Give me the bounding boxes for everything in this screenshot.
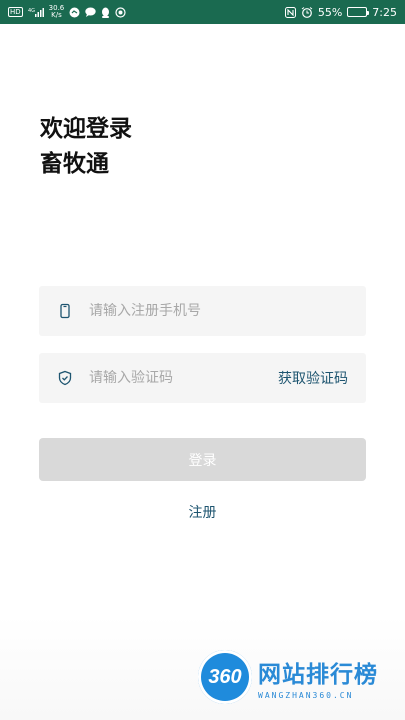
watermark-logo: 360 — [198, 650, 252, 704]
watermark-sub-text: WANGZHAN360.CN — [258, 690, 354, 700]
verification-code-input[interactable] — [89, 370, 249, 386]
shield-check-icon — [57, 370, 73, 386]
phone-icon — [57, 303, 73, 319]
clock-time: 7:25 — [372, 5, 397, 19]
title-line-app-name: 畜牧通 — [40, 151, 109, 177]
watermark: 360 网站排行榜 WANGZHAN360.CN — [198, 634, 405, 720]
battery-icon — [347, 7, 370, 17]
battery-percent: 55% — [317, 5, 343, 19]
verification-code-field: 获取验证码 — [39, 353, 366, 403]
chat-bubble-icon — [85, 7, 96, 17]
hd-icon: HD — [8, 7, 23, 17]
get-code-button[interactable]: 获取验证码 — [278, 353, 348, 403]
svg-text:4G: 4G — [28, 8, 35, 14]
status-left: HD 4G 30.6 K/s — [8, 5, 126, 19]
settings-circle-icon — [115, 6, 126, 18]
title-line-welcome: 欢迎登录 — [40, 116, 132, 142]
watermark-text: 网站排行榜 WANGZHAN360.CN — [258, 655, 378, 700]
status-bar: HD 4G 30.6 K/s 55% 7:25 — [0, 0, 405, 24]
signal-icon: 4G — [28, 7, 44, 17]
status-right: 55% 7:25 — [284, 5, 397, 19]
watermark-main-text: 网站排行榜 — [258, 661, 378, 688]
app-notification-icon — [69, 7, 80, 18]
login-screen: 欢迎登录 畜牧通 获取验证码 登录 注册 — [0, 24, 405, 720]
network-speed: 30.6 K/s — [49, 5, 65, 19]
speed-unit: K/s — [51, 11, 62, 19]
register-link[interactable]: 注册 — [0, 502, 405, 522]
alarm-icon — [301, 6, 313, 18]
phone-field — [39, 286, 366, 336]
qq-penguin-icon — [101, 7, 110, 18]
nfc-icon — [284, 6, 296, 18]
phone-input[interactable] — [89, 303, 249, 319]
login-button[interactable]: 登录 — [39, 438, 366, 481]
page-title: 欢迎登录 畜牧通 — [40, 112, 132, 182]
